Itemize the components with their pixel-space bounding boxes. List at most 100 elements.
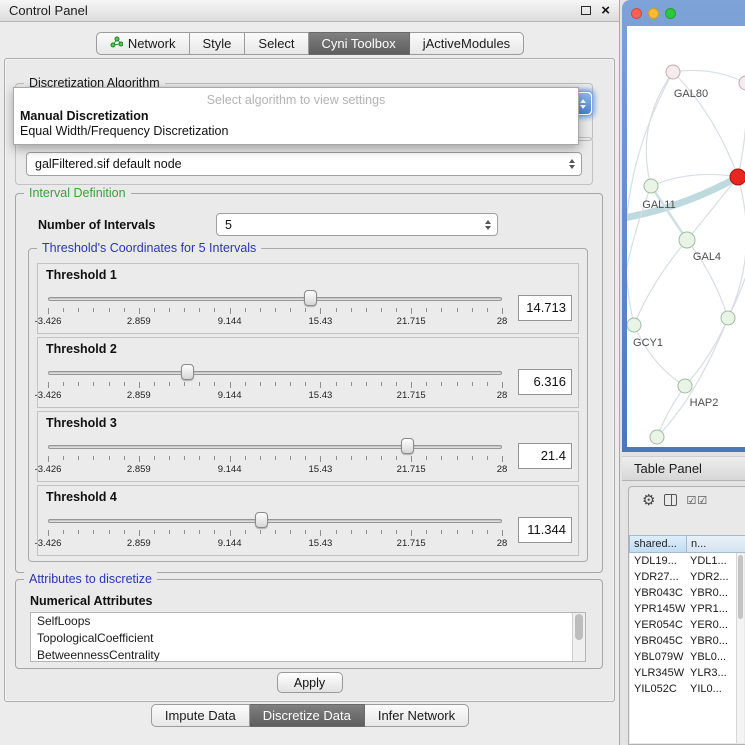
tick-mark xyxy=(184,530,185,534)
tick-mark xyxy=(426,456,427,460)
tick-mark xyxy=(426,382,427,386)
network-edge[interactable] xyxy=(673,70,745,83)
network-node-gal80[interactable] xyxy=(666,65,680,79)
tick-mark xyxy=(426,308,427,312)
scale-number: -3.426 xyxy=(35,316,62,327)
slider-thumb[interactable] xyxy=(255,512,268,528)
network-edge[interactable] xyxy=(634,240,687,325)
list-item-selfloops[interactable]: SelfLoops xyxy=(31,613,585,630)
slider-thumb[interactable] xyxy=(304,290,317,306)
network-canvas[interactable]: GAL80GAL11GAL4GCY1HAP2 xyxy=(627,26,745,447)
dropdown-placeholder: Select algorithm to view settings xyxy=(14,91,578,109)
slider-track[interactable] xyxy=(48,519,502,523)
tick-mark xyxy=(487,308,488,312)
tick-mark xyxy=(245,382,246,386)
table-row-ylr345w[interactable]: YLR345WYLR3... xyxy=(630,665,736,681)
column-header-name[interactable]: n... xyxy=(686,535,745,553)
close-icon[interactable]: × xyxy=(601,6,610,16)
network-edge[interactable] xyxy=(728,83,745,318)
network-edge[interactable] xyxy=(657,386,685,437)
list-item-topologicalcoefficient[interactable]: TopologicalCoefficient xyxy=(31,630,585,647)
tick-mark xyxy=(441,456,442,460)
tick-mark xyxy=(366,456,367,460)
close-traffic-light-icon[interactable] xyxy=(631,8,642,19)
network-node[interactable] xyxy=(730,169,745,185)
slider-track[interactable] xyxy=(48,297,502,301)
threshold-label: Threshold 4 xyxy=(46,490,117,504)
node-label-gcy1: GCY1 xyxy=(633,337,663,349)
network-node-gal11[interactable] xyxy=(644,179,658,193)
threshold-row: -3.4262.8599.14415.4321.71528 6.316 xyxy=(44,358,572,405)
table-row-yil052c[interactable]: YIL052CYIL0... xyxy=(630,681,736,697)
node-label-hap2: HAP2 xyxy=(690,397,719,409)
tab-infer-network[interactable]: Infer Network xyxy=(365,704,469,727)
thresholds-group: Threshold's Coordinates for 5 Intervals … xyxy=(28,248,588,562)
table-data-combo[interactable]: galFiltered.sif default node xyxy=(26,152,582,176)
network-view-window[interactable]: GAL80GAL11GAL4GCY1HAP2 xyxy=(622,0,745,452)
float-window-icon[interactable] xyxy=(581,6,591,15)
network-edge[interactable] xyxy=(685,318,728,386)
network-node[interactable] xyxy=(650,430,664,444)
apply-button[interactable]: Apply xyxy=(277,672,343,693)
threshold-value-box[interactable]: 11.344 xyxy=(518,517,572,543)
slider-thumb[interactable] xyxy=(181,364,194,380)
network-node-gcy1[interactable] xyxy=(627,318,641,332)
tick-mark xyxy=(381,530,382,534)
network-edge[interactable] xyxy=(646,72,673,186)
columns-icon[interactable] xyxy=(664,494,677,506)
dropdown-option-manual-discretization[interactable]: Manual Discretization xyxy=(14,109,578,124)
threshold-slider-4[interactable]: -3.4262.8599.14415.4321.71528 xyxy=(46,507,504,553)
table-row-ybl079w[interactable]: YBL079WYBL0... xyxy=(630,649,736,665)
tab-jactivemodules[interactable]: jActiveModules xyxy=(410,32,524,55)
network-edge[interactable] xyxy=(634,325,685,386)
list-scrollbar[interactable] xyxy=(572,613,585,661)
network-node[interactable] xyxy=(739,76,745,90)
slider-thumb[interactable] xyxy=(401,438,414,454)
network-node-gal4[interactable] xyxy=(679,232,695,248)
tab-style[interactable]: Style xyxy=(190,32,246,55)
slider-track[interactable] xyxy=(48,445,502,449)
table-row-ypr145w[interactable]: YPR145WYPR1... xyxy=(630,601,736,617)
slider-track[interactable] xyxy=(48,371,502,375)
tab-network[interactable]: Network xyxy=(96,32,190,55)
threshold-value-box[interactable]: 14.713 xyxy=(518,295,572,321)
tab-cyni-toolbox[interactable]: Cyni Toolbox xyxy=(309,32,410,55)
table-row-ydr27[interactable]: YDR27...YDR2... xyxy=(630,569,736,585)
gear-icon[interactable]: ⚙ xyxy=(642,493,655,508)
number-of-intervals-combo[interactable]: 5 xyxy=(216,213,498,236)
minimize-traffic-light-icon[interactable] xyxy=(648,8,659,19)
list-item-betweennesscentrality[interactable]: BetweennessCentrality xyxy=(31,647,585,662)
threshold-slider-3[interactable]: -3.4262.8599.14415.4321.71528 xyxy=(46,433,504,479)
list-scrollbar-thumb[interactable] xyxy=(575,614,583,640)
network-edge[interactable] xyxy=(728,177,745,318)
tick-mark xyxy=(336,530,337,534)
network-node-hap2[interactable] xyxy=(678,379,692,393)
network-node[interactable] xyxy=(721,311,735,325)
network-edge[interactable] xyxy=(738,83,745,177)
scale-number: 9.144 xyxy=(218,390,242,401)
threshold-value-box[interactable]: 21.4 xyxy=(518,443,572,469)
tick-mark xyxy=(487,530,488,534)
table-row-ybr043c[interactable]: YBR043CYBR0... xyxy=(630,585,736,601)
zoom-traffic-light-icon[interactable] xyxy=(665,8,676,19)
bottom-tab-strip: Impute DataDiscretize DataInfer Network xyxy=(0,704,620,727)
tick-mark xyxy=(184,308,185,312)
threshold-value-box[interactable]: 6.316 xyxy=(518,369,572,395)
dropdown-option-equal-width-frequency[interactable]: Equal Width/Frequency Discretization xyxy=(14,124,578,139)
numerical-attributes-list[interactable]: SelfLoopsTopologicalCoefficientBetweenne… xyxy=(30,612,586,662)
column-header-shared-name[interactable]: shared... xyxy=(629,535,686,553)
tab-impute-data[interactable]: Impute Data xyxy=(151,704,250,727)
table-row-ydl19[interactable]: YDL19...YDL1... xyxy=(630,553,736,569)
tick-mark xyxy=(275,308,276,312)
table-row-ybr045c[interactable]: YBR045CYBR0... xyxy=(630,633,736,649)
panel-frame: Discretization Algorithm Select algorith… xyxy=(4,58,615,702)
table-row-yer054c[interactable]: YER054CYER0... xyxy=(630,617,736,633)
tab-select[interactable]: Select xyxy=(245,32,308,55)
threshold-slider-1[interactable]: -3.4262.8599.14415.4321.71528 xyxy=(46,285,504,331)
select-columns-icon[interactable]: ☑☑ xyxy=(686,494,708,507)
combo-arrows-icon xyxy=(485,220,491,230)
table-scrollbar-thumb[interactable] xyxy=(738,555,743,619)
tab-discretize-data[interactable]: Discretize Data xyxy=(250,704,365,727)
threshold-slider-2[interactable]: -3.4262.8599.14415.4321.71528 xyxy=(46,359,504,405)
table-scrollbar[interactable] xyxy=(736,553,744,743)
